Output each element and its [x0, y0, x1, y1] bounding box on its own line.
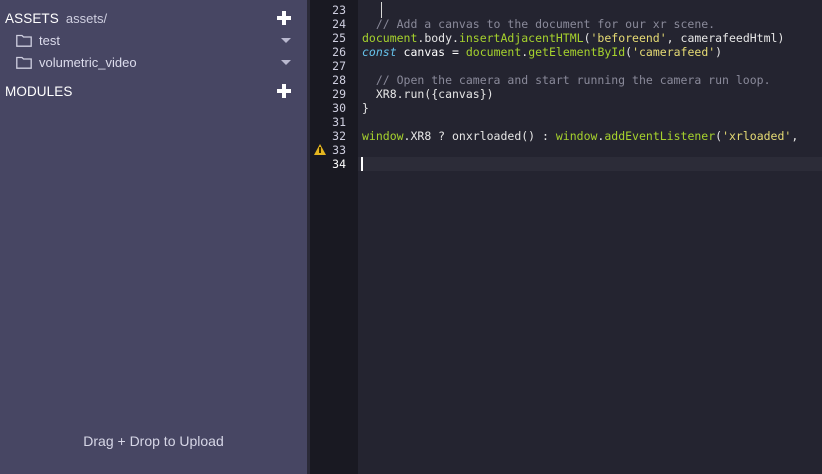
line-number: 30: [332, 101, 346, 115]
code-line-24[interactable]: // Add a canvas to the document for our …: [362, 17, 715, 31]
code-line-26[interactable]: const canvas = document.getElementById('…: [362, 45, 722, 59]
assets-path: assets/: [65, 10, 108, 26]
folder-item-volumetric-video[interactable]: volumetric_video: [16, 52, 296, 72]
token: .XR8 ? onxrloaded() :: [403, 129, 556, 143]
modules-header[interactable]: MODULES: [5, 82, 72, 100]
token: const: [362, 45, 397, 59]
add-module-plus-icon[interactable]: [277, 84, 291, 98]
token: window: [362, 129, 404, 143]
folder-label: volumetric_video: [39, 54, 137, 70]
token: insertAdjacentHTML: [458, 31, 584, 45]
token: canvas =: [396, 45, 466, 59]
folder-label: test: [39, 32, 60, 48]
text-caret: [361, 157, 363, 171]
line-number: 25: [332, 31, 346, 45]
line-number: 27: [332, 59, 346, 73]
text-cursor-ibeam-icon: [381, 2, 387, 18]
code-line-29[interactable]: XR8.run({canvas}): [362, 87, 494, 101]
token: getElementById: [528, 45, 626, 59]
modules-title: MODULES: [5, 83, 73, 99]
token: ,: [791, 129, 799, 143]
token: addEventListener: [604, 129, 716, 143]
line-number: 33: [332, 143, 346, 157]
file-explorer-sidebar: ASSETS assets/ test volumetric_video MOD…: [0, 0, 307, 474]
code-line-28[interactable]: // Open the camera and start running the…: [362, 73, 771, 87]
token: .body.: [417, 31, 459, 45]
token: window: [555, 129, 598, 143]
line-number-gutter: 23 24 25 26 27 28 29 30 31 32 33 34: [310, 0, 358, 474]
line-number: 29: [332, 87, 346, 101]
code-line-25[interactable]: document.body.insertAdjacentHTML('before…: [362, 31, 784, 45]
drop-upload-zone[interactable]: Drag + Drop to Upload: [0, 433, 307, 449]
line-number-active: 34: [332, 157, 346, 171]
folder-icon: [16, 56, 32, 69]
token: document: [465, 45, 522, 59]
line-number: 32: [332, 129, 346, 143]
line-number: 26: [332, 45, 346, 59]
token: document: [362, 31, 418, 45]
token: 'camerafeed': [632, 45, 716, 59]
add-asset-plus-icon[interactable]: [277, 11, 291, 25]
token: 'beforeend': [590, 31, 667, 45]
folder-icon: [16, 34, 32, 47]
assets-header[interactable]: ASSETS assets/: [5, 9, 107, 27]
active-line-highlight: [358, 157, 822, 171]
line-number: 24: [332, 17, 346, 31]
code-line-30[interactable]: }: [362, 101, 369, 115]
line-number: 31: [332, 115, 346, 129]
token: 'xrloaded': [722, 129, 792, 143]
chevron-down-icon[interactable]: [281, 38, 291, 43]
code-editor[interactable]: // Add a canvas to the document for our …: [358, 0, 822, 474]
folder-item-test[interactable]: test: [16, 30, 296, 50]
code-line-32[interactable]: window.XR8 ? onxrloaded() : window.addEv…: [362, 129, 798, 143]
chevron-down-icon[interactable]: [281, 60, 291, 65]
line-number: 23: [332, 3, 346, 17]
line-number: 28: [332, 73, 346, 87]
token: (: [583, 31, 591, 45]
token: ): [715, 45, 723, 59]
assets-title: ASSETS: [5, 10, 59, 26]
token: , camerafeedHtml): [666, 31, 785, 45]
